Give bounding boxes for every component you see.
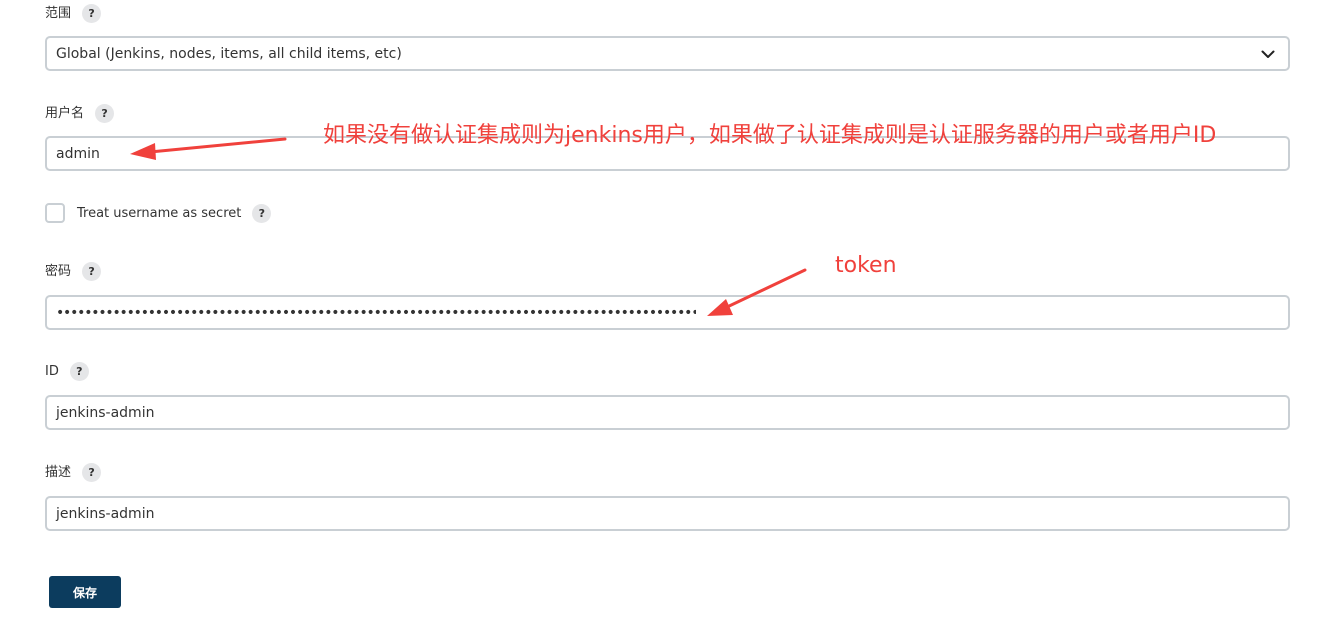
annotation-arrows (130, 137, 807, 316)
username-arrow-icon (130, 137, 287, 160)
password-arrow-icon (707, 268, 807, 316)
